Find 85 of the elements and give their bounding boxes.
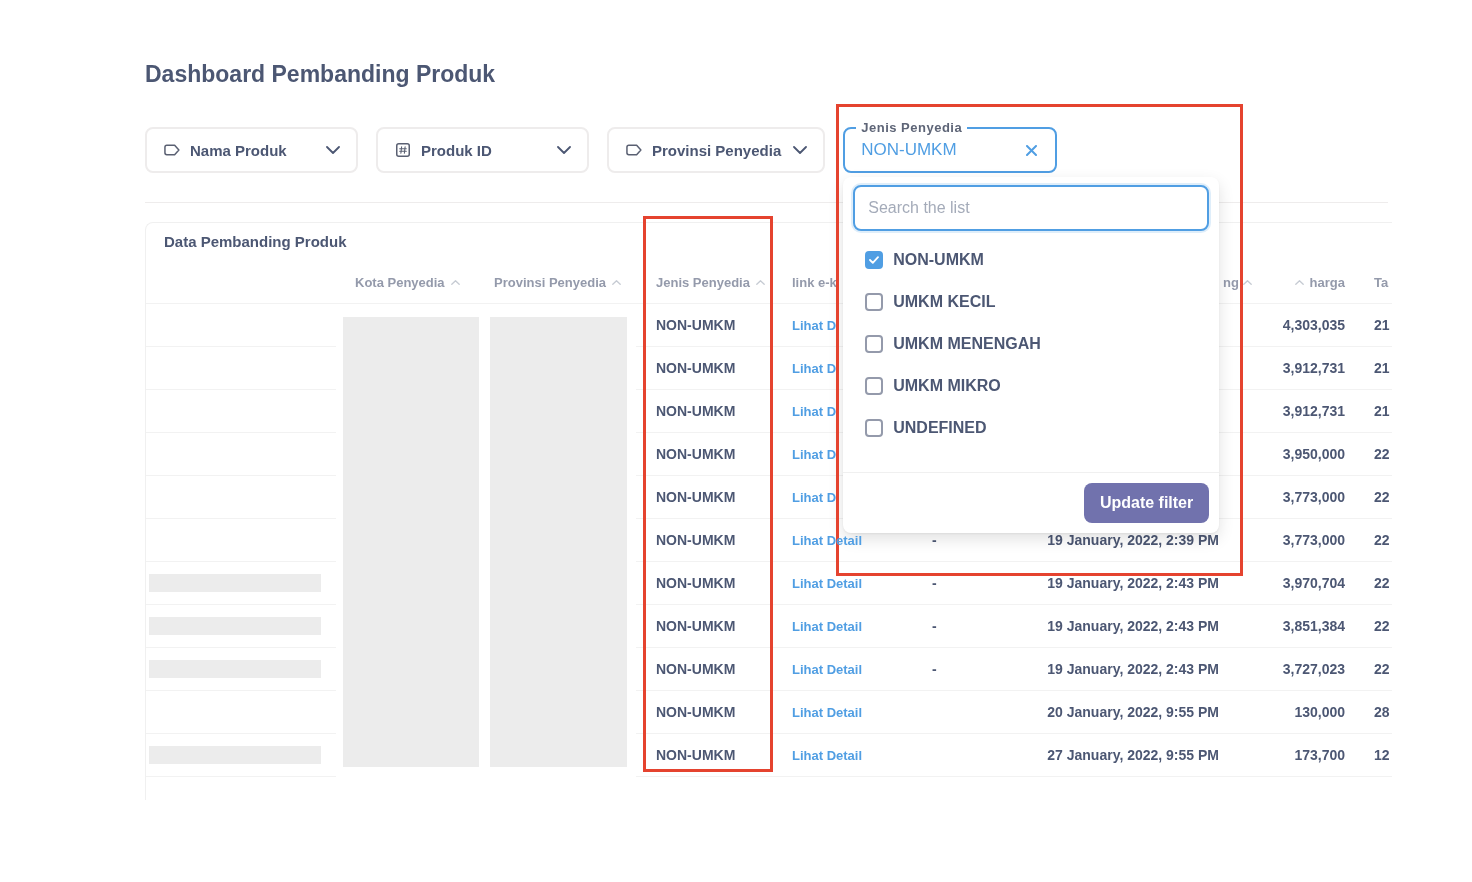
column-header[interactable]: Kota Penyedia bbox=[355, 275, 460, 290]
table-cell: 22 bbox=[1362, 433, 1392, 476]
table-cell: 22 bbox=[1362, 605, 1392, 648]
option-item[interactable]: UMKM KECIL bbox=[853, 281, 1000, 323]
table-cell: 3,851,384 bbox=[1252, 605, 1362, 648]
table-cell: 173,700 bbox=[1252, 734, 1362, 777]
detail-link[interactable]: Lihat D bbox=[792, 489, 837, 505]
table-cell: 19 January, 2022, 2:43 PM bbox=[990, 562, 1252, 605]
chevron-down-icon bbox=[793, 146, 808, 154]
table-cell: 20 January, 2022, 9:55 PM bbox=[990, 691, 1252, 734]
update-filter-button[interactable]: Update filter bbox=[1083, 483, 1210, 523]
table-cell: 3,727,023 bbox=[1252, 648, 1362, 691]
field-legend: Jenis Penyedia bbox=[856, 120, 968, 136]
table-cell: NON-UMKM bbox=[636, 648, 786, 691]
table-cell: 22 bbox=[1362, 476, 1392, 519]
table-cell: - bbox=[900, 562, 990, 605]
table-cell: NON-UMKM bbox=[636, 476, 786, 519]
table-cell: 22 bbox=[1362, 562, 1392, 605]
table-cell: 21 bbox=[1362, 390, 1392, 433]
table-cell: 21 bbox=[1362, 304, 1392, 347]
table-cell: - bbox=[900, 648, 990, 691]
table-cell: 3,773,000 bbox=[1252, 476, 1362, 519]
table-cell: 28 bbox=[1362, 691, 1392, 734]
table-cell: NON-UMKM bbox=[636, 304, 786, 347]
table-cell: 4,303,035 bbox=[1252, 304, 1362, 347]
detail-link[interactable]: Lihat Detail bbox=[792, 661, 863, 677]
detail-link[interactable]: Lihat Detail bbox=[792, 704, 863, 720]
table-cell: NON-UMKM bbox=[636, 562, 786, 605]
checkbox[interactable] bbox=[865, 251, 884, 269]
option-item[interactable]: NON-UMKM bbox=[853, 239, 988, 281]
column-header[interactable]: link e-k bbox=[792, 275, 837, 290]
column-header[interactable]: Provinsi Penyedia bbox=[494, 275, 621, 290]
option-item[interactable]: UMKM MIKRO bbox=[853, 365, 1005, 407]
detail-link[interactable]: Lihat Detail bbox=[792, 575, 863, 591]
table-cell: 3,912,731 bbox=[1252, 390, 1362, 433]
detail-link[interactable]: Lihat D bbox=[792, 360, 837, 376]
table-cell: 22 bbox=[1362, 519, 1392, 562]
detail-link[interactable]: Lihat D bbox=[792, 403, 837, 419]
option-item[interactable]: UMKM MENENGAH bbox=[853, 323, 1045, 365]
card-title: Data Pembanding Produk bbox=[164, 232, 347, 252]
filter-button[interactable]: Provinsi Penyedia bbox=[607, 127, 826, 173]
chevron-down-icon bbox=[557, 146, 571, 154]
table-cell: NON-UMKM bbox=[636, 519, 786, 562]
filter-button[interactable]: Nama Produk bbox=[145, 127, 358, 173]
check-icon bbox=[869, 256, 880, 264]
table-cell: NON-UMKM bbox=[636, 347, 786, 390]
filter-value: NON-UMKM bbox=[861, 140, 957, 160]
checkbox[interactable] bbox=[865, 377, 884, 395]
detail-link[interactable]: Lihat D bbox=[792, 317, 837, 333]
column-header[interactable]: ng bbox=[1223, 275, 1252, 290]
table-cell: NON-UMKM bbox=[636, 605, 786, 648]
page-title: Dashboard Pembanding Produk bbox=[145, 60, 496, 89]
table-cell: NON-UMKM bbox=[636, 433, 786, 476]
detail-link[interactable]: Lihat Detail bbox=[792, 618, 863, 634]
table-cell: NON-UMKM bbox=[636, 390, 786, 433]
close-icon[interactable] bbox=[1026, 144, 1038, 156]
detail-link[interactable]: Lihat Detail bbox=[792, 747, 863, 763]
search-field[interactable]: Search the list bbox=[853, 185, 1210, 231]
table-cell: 130,000 bbox=[1252, 691, 1362, 734]
checkbox[interactable] bbox=[865, 335, 884, 353]
table-cell: 21 bbox=[1362, 347, 1392, 390]
checkbox[interactable] bbox=[865, 293, 884, 311]
column-header[interactable]: harga bbox=[1294, 275, 1345, 290]
table-cell: 19 January, 2022, 2:43 PM bbox=[990, 648, 1252, 691]
table-cell: 22 bbox=[1362, 648, 1392, 691]
table-cell: 19 January, 2022, 2:43 PM bbox=[990, 605, 1252, 648]
tag-icon bbox=[626, 144, 642, 156]
option-item[interactable]: UNDEFINED bbox=[853, 407, 991, 449]
column-header[interactable]: Jenis Penyedia bbox=[656, 275, 765, 290]
table-cell: 27 January, 2022, 9:55 PM bbox=[990, 734, 1252, 777]
table-cell: 12 bbox=[1362, 734, 1392, 777]
table-cell: 3,950,000 bbox=[1252, 433, 1362, 476]
table-cell: - bbox=[900, 605, 990, 648]
table-cell: 3,970,704 bbox=[1252, 562, 1362, 605]
table-cell: 3,912,731 bbox=[1252, 347, 1362, 390]
filter-button[interactable]: Produk ID bbox=[376, 127, 589, 173]
detail-link[interactable]: Lihat D bbox=[792, 446, 837, 462]
number-icon bbox=[396, 143, 410, 157]
table-cell: 3,773,000 bbox=[1252, 519, 1362, 562]
table-cell: NON-UMKM bbox=[636, 734, 786, 777]
chevron-down-icon bbox=[326, 146, 340, 154]
checkbox[interactable] bbox=[865, 419, 884, 437]
tag-icon bbox=[164, 144, 180, 156]
table-cell: NON-UMKM bbox=[636, 691, 786, 734]
column-header[interactable]: Ta bbox=[1374, 275, 1389, 290]
